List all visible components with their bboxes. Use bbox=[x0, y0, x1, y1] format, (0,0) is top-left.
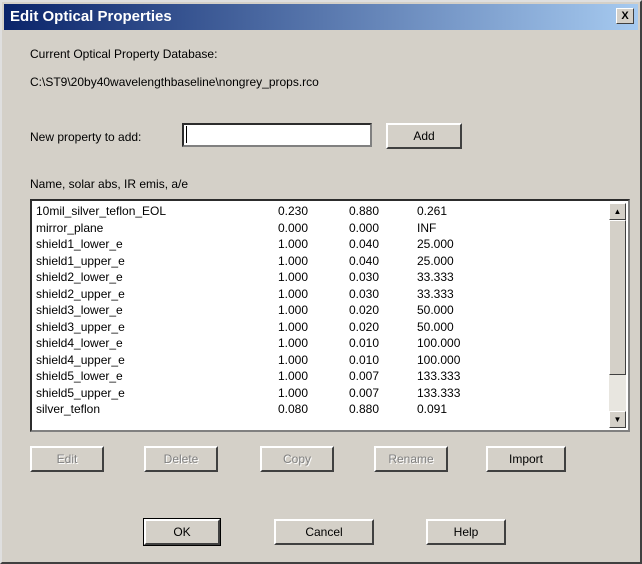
solar-abs: 0.230 bbox=[278, 204, 309, 218]
ir-emis: 0.010 bbox=[349, 336, 380, 350]
ir-emis: 0.030 bbox=[349, 270, 380, 284]
solar-abs: 1.000 bbox=[278, 253, 309, 268]
property-name: shield1_upper_e bbox=[36, 253, 125, 268]
property-name: shield5_lower_e bbox=[36, 369, 123, 383]
property-name: shield2_upper_e bbox=[36, 286, 125, 301]
a-over-e: 133.333 bbox=[417, 369, 461, 383]
a-over-e: 25.000 bbox=[417, 253, 454, 268]
database-path: C:\ST9\20by40wavelengthbaseline\nongrey_… bbox=[30, 75, 319, 89]
solar-abs: 1.000 bbox=[278, 270, 309, 284]
property-name: shield4_lower_e bbox=[36, 336, 123, 350]
title-bar[interactable]: Edit Optical Properties X bbox=[4, 4, 638, 30]
solar-abs: 1.000 bbox=[278, 352, 309, 367]
solar-abs: 1.000 bbox=[278, 385, 309, 400]
solar-abs: 1.000 bbox=[278, 336, 309, 350]
list-scrollbar[interactable]: ▲ ▼ bbox=[609, 203, 626, 428]
property-name: shield1_lower_e bbox=[36, 237, 123, 251]
property-name: mirror_plane bbox=[36, 220, 104, 235]
edit-button[interactable]: Edit bbox=[30, 446, 104, 472]
ir-emis: 0.880 bbox=[349, 204, 380, 218]
a-over-e: 100.000 bbox=[417, 336, 461, 350]
ir-emis: 0.007 bbox=[349, 369, 380, 383]
a-over-e: 0.261 bbox=[417, 204, 448, 218]
property-name: shield3_upper_e bbox=[36, 319, 125, 334]
ir-emis: 0.020 bbox=[349, 303, 380, 317]
solar-abs: 1.000 bbox=[278, 286, 309, 301]
ir-emis: 0.020 bbox=[349, 319, 380, 334]
property-name: shield5_upper_e bbox=[36, 385, 125, 400]
close-icon[interactable]: X bbox=[616, 8, 634, 24]
solar-abs: 0.080 bbox=[278, 402, 309, 416]
solar-abs: 1.000 bbox=[278, 303, 309, 317]
property-name: shield3_lower_e bbox=[36, 303, 123, 317]
a-over-e: 33.333 bbox=[417, 286, 454, 301]
text-caret bbox=[186, 126, 187, 143]
new-property-input[interactable] bbox=[182, 123, 372, 147]
a-over-e: 33.333 bbox=[417, 270, 454, 284]
ir-emis: 0.880 bbox=[349, 402, 380, 416]
solar-abs: 0.000 bbox=[278, 220, 309, 235]
a-over-e: 133.333 bbox=[417, 385, 461, 400]
ir-emis: 0.040 bbox=[349, 237, 380, 251]
delete-button[interactable]: Delete bbox=[144, 446, 218, 472]
property-name: silver_teflon bbox=[36, 402, 101, 416]
copy-button[interactable]: Copy bbox=[260, 446, 334, 472]
cancel-button[interactable]: Cancel bbox=[274, 519, 374, 545]
scroll-up-icon[interactable]: ▲ bbox=[609, 203, 626, 220]
a-over-e: 100.000 bbox=[417, 352, 461, 367]
a-over-e: 25.000 bbox=[417, 237, 454, 251]
solar-abs: 1.000 bbox=[278, 237, 309, 251]
list-header: Name, solar abs, IR emis, a/e bbox=[30, 177, 189, 191]
property-name: 10mil_silver_teflon_EOL bbox=[36, 204, 167, 218]
ir-emis: 0.000 bbox=[349, 220, 380, 235]
help-button[interactable]: Help bbox=[426, 519, 506, 545]
ir-emis: 0.030 bbox=[349, 286, 380, 301]
ok-button[interactable]: OK bbox=[143, 518, 221, 546]
import-button[interactable]: Import bbox=[486, 446, 566, 472]
property-name: shield4_upper_e bbox=[36, 352, 125, 367]
scroll-down-icon[interactable]: ▼ bbox=[609, 411, 626, 428]
ir-emis: 0.040 bbox=[349, 253, 380, 268]
ir-emis: 0.010 bbox=[349, 352, 380, 367]
a-over-e: 50.000 bbox=[417, 303, 454, 317]
rename-button[interactable]: Rename bbox=[374, 446, 448, 472]
ir-emis: 0.007 bbox=[349, 385, 380, 400]
window-title: Edit Optical Properties bbox=[10, 8, 172, 25]
property-list[interactable]: 10mil_silver_teflon_EOL 0.230 0.880 0.261 mi… bbox=[30, 199, 630, 432]
new-property-label: New property to add: bbox=[30, 130, 142, 144]
solar-abs: 1.000 bbox=[278, 319, 309, 334]
add-button[interactable]: Add bbox=[386, 123, 462, 149]
a-over-e: 0.091 bbox=[417, 402, 448, 416]
edit-optical-properties-dialog: Edit Optical Properties X Current Optica… bbox=[0, 0, 642, 564]
a-over-e: 50.000 bbox=[417, 319, 454, 334]
database-heading: Current Optical Property Database: bbox=[30, 47, 218, 61]
solar-abs: 1.000 bbox=[278, 369, 309, 383]
scrollbar-thumb[interactable] bbox=[609, 220, 626, 375]
a-over-e: INF bbox=[417, 220, 437, 235]
property-name: shield2_lower_e bbox=[36, 270, 123, 284]
